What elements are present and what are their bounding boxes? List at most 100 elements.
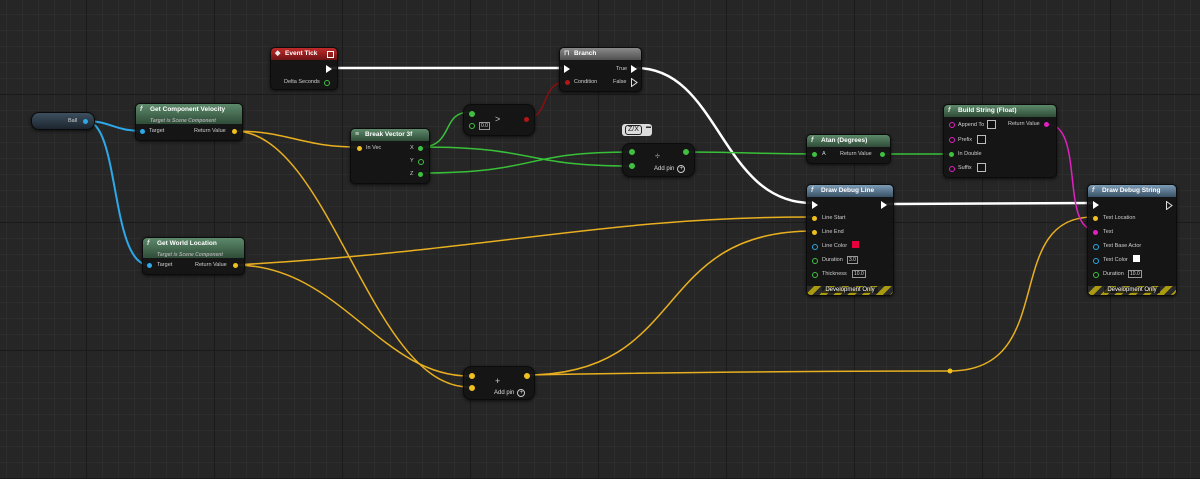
branch-false-label: False bbox=[613, 79, 627, 85]
greater-than-node[interactable]: 0.0 > bbox=[463, 104, 535, 136]
prefix-field[interactable] bbox=[977, 135, 986, 144]
add-input-b-pin[interactable] bbox=[469, 385, 475, 391]
break-vector-node[interactable]: ≡ Break Vector 3f In Vec X Y Z bbox=[350, 128, 430, 184]
wire-exec-drawline-drawstring bbox=[885, 201, 1094, 206]
divide-operator: ÷ bbox=[655, 151, 660, 161]
branch-header: ⊓ Branch bbox=[560, 48, 641, 60]
location-target-pin[interactable] bbox=[147, 263, 152, 268]
get-component-velocity-header: f Get Component Velocity Target is Scene… bbox=[136, 104, 242, 124]
atan-return-pin[interactable] bbox=[880, 152, 885, 157]
event-tick-node[interactable]: ◆ Event Tick Delta Seconds bbox=[270, 47, 338, 90]
append-to-field[interactable] bbox=[987, 120, 996, 129]
velocity-target-pin[interactable] bbox=[140, 129, 145, 134]
function-icon: ≡ bbox=[355, 131, 360, 138]
build-string-node[interactable]: f Build String (Float) Append To Return … bbox=[943, 104, 1057, 178]
line-thickness-field[interactable]: 10.0 bbox=[852, 270, 866, 278]
atan-degrees-node[interactable]: f Atan (Degrees) A Return Value bbox=[806, 134, 891, 164]
compare-input-b-pin[interactable] bbox=[469, 123, 475, 129]
branch-true-exec-out[interactable] bbox=[631, 65, 637, 73]
branch-exec-in[interactable] bbox=[564, 65, 570, 73]
delta-seconds-pin[interactable] bbox=[324, 80, 330, 86]
draw-line-exec-out[interactable] bbox=[881, 201, 887, 209]
line-end-pin[interactable] bbox=[812, 230, 817, 235]
event-tick-title: Event Tick bbox=[285, 50, 318, 57]
in-double-pin[interactable] bbox=[949, 152, 954, 157]
draw-line-exec-in[interactable] bbox=[812, 201, 818, 209]
line-color-pin[interactable] bbox=[812, 244, 818, 250]
get-component-velocity-node[interactable]: f Get Component Velocity Target is Scene… bbox=[135, 103, 243, 141]
text-pin[interactable] bbox=[1093, 230, 1098, 235]
branch-icon: ⊓ bbox=[564, 50, 570, 57]
velocity-return-pin[interactable] bbox=[232, 129, 237, 134]
add-pin-icon: + bbox=[517, 389, 526, 397]
prefix-label: Prefix bbox=[958, 137, 973, 143]
line-duration-pin[interactable] bbox=[812, 258, 818, 264]
string-duration-label: Duration bbox=[1103, 271, 1124, 277]
divide-input-b-pin[interactable] bbox=[629, 163, 635, 169]
suffix-pin[interactable] bbox=[949, 166, 955, 172]
add-operator: + bbox=[495, 376, 501, 386]
line-thickness-pin[interactable] bbox=[812, 272, 818, 278]
reroute-dot bbox=[947, 368, 953, 374]
break-vector-x-pin[interactable] bbox=[418, 146, 423, 151]
function-icon: f bbox=[1092, 187, 1095, 194]
add-output-pin[interactable] bbox=[524, 373, 530, 379]
draw-debug-string-node[interactable]: f Draw Debug String Text Location Text T… bbox=[1087, 184, 1177, 296]
compare-operator: > bbox=[495, 114, 501, 124]
text-color-pin[interactable] bbox=[1093, 258, 1099, 264]
line-duration-label: Duration bbox=[822, 257, 843, 263]
in-double-label: In Double bbox=[958, 151, 982, 157]
line-start-pin[interactable] bbox=[812, 216, 817, 221]
add-add-pin-button[interactable]: Add pin + bbox=[494, 389, 526, 397]
text-base-actor-label: Text Base Actor bbox=[1103, 243, 1142, 249]
break-vector-y-pin[interactable] bbox=[418, 159, 424, 165]
line-end-label: Line End bbox=[822, 229, 844, 235]
branch-title: Branch bbox=[574, 50, 597, 57]
draw-string-exec-out-icon[interactable] bbox=[1166, 201, 1173, 210]
line-color-swatch[interactable] bbox=[852, 241, 859, 248]
divide-output-pin[interactable] bbox=[683, 149, 689, 155]
delta-seconds-label: Delta Seconds bbox=[284, 79, 320, 85]
ball-output-pin[interactable] bbox=[83, 119, 88, 124]
divide-add-pin-button[interactable]: Add pin + bbox=[654, 165, 686, 173]
append-to-pin[interactable] bbox=[949, 122, 955, 128]
text-base-actor-pin[interactable] bbox=[1093, 244, 1099, 250]
location-return-pin[interactable] bbox=[233, 263, 238, 268]
compare-output-pin[interactable] bbox=[524, 117, 529, 122]
divide-comment-text: Z/X bbox=[625, 125, 642, 135]
break-vector-input-pin[interactable] bbox=[357, 146, 362, 151]
suffix-field[interactable] bbox=[977, 163, 986, 172]
event-tick-exec-out[interactable] bbox=[326, 65, 332, 73]
divide-node[interactable]: ÷ Add pin + bbox=[622, 143, 695, 177]
build-string-return-pin[interactable] bbox=[1044, 122, 1049, 127]
branch-condition-label: Condition bbox=[574, 79, 598, 85]
draw-line-dev-label: Development Only bbox=[822, 287, 878, 293]
ball-variable-node[interactable]: Ball bbox=[31, 112, 95, 130]
branch-node[interactable]: ⊓ Branch True Condition False bbox=[559, 47, 642, 92]
compare-input-a-pin[interactable] bbox=[469, 111, 475, 117]
string-duration-pin[interactable] bbox=[1093, 272, 1099, 278]
prefix-pin[interactable] bbox=[949, 137, 955, 143]
compare-value-field[interactable]: 0.0 bbox=[479, 122, 490, 130]
draw-debug-string-header: f Draw Debug String bbox=[1088, 185, 1176, 197]
function-icon: f bbox=[140, 106, 143, 113]
draw-debug-string-title: Draw Debug String bbox=[1102, 187, 1161, 194]
text-color-swatch[interactable] bbox=[1133, 255, 1140, 262]
branch-condition-pin[interactable] bbox=[565, 80, 570, 85]
draw-string-exec-in[interactable] bbox=[1093, 201, 1099, 209]
get-world-location-node[interactable]: f Get World Location Target is Scene Com… bbox=[142, 237, 245, 275]
add-input-a-pin[interactable] bbox=[469, 373, 475, 379]
wire-vec-location-linestart bbox=[234, 216, 814, 266]
divide-input-a-pin[interactable] bbox=[629, 149, 635, 155]
string-duration-field[interactable]: 10.0 bbox=[1128, 270, 1142, 278]
atan-title: Atan (Degrees) bbox=[821, 137, 868, 144]
divide-comment-bubble[interactable]: Z/X ▬ bbox=[622, 124, 652, 136]
add-vector-node[interactable]: + Add pin + bbox=[463, 366, 535, 400]
line-duration-field[interactable]: 3.0 bbox=[847, 256, 858, 264]
append-to-label: Append To bbox=[958, 122, 985, 128]
atan-a-pin[interactable] bbox=[812, 152, 817, 157]
break-vector-z-pin[interactable] bbox=[418, 172, 423, 177]
velocity-target-label: Target bbox=[149, 128, 165, 134]
draw-debug-line-node[interactable]: f Draw Debug Line Line Start Line End Li… bbox=[806, 184, 894, 296]
text-location-pin[interactable] bbox=[1093, 216, 1098, 221]
